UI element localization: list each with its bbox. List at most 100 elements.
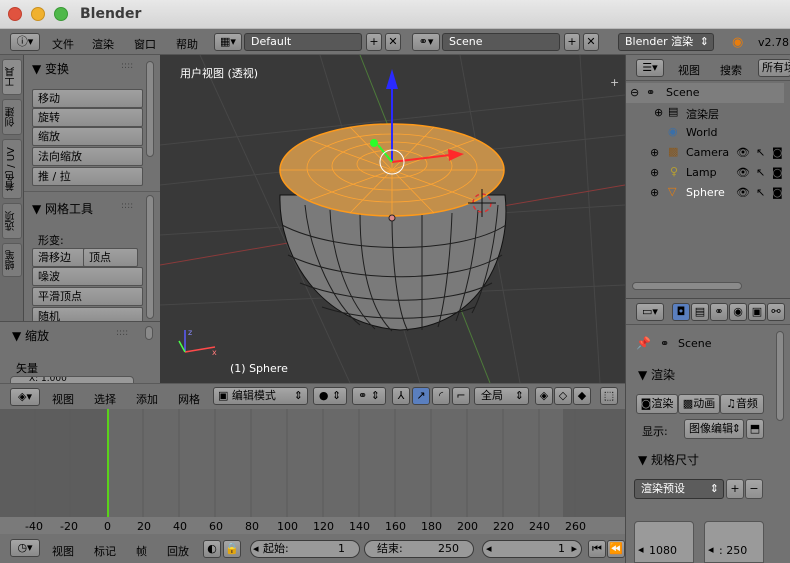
jump-back-icon[interactable]: ⏪ <box>607 540 625 558</box>
timeline-clock-icon[interactable]: ◷▾ <box>10 539 40 557</box>
translate-manipulator-icon[interactable]: ↗ <box>412 387 430 405</box>
outliner-filter-select[interactable]: 所有场 <box>758 59 790 77</box>
manipulator-toggle-icon[interactable]: ⅄ <box>392 387 410 405</box>
outliner-search-menu[interactable]: 搜索 <box>720 62 742 78</box>
drag-handle-icon[interactable]: :::: <box>116 328 128 338</box>
mode-select[interactable]: ▣ 编辑模式 ⇕ <box>213 387 308 405</box>
menu-timeline-view[interactable]: 视图 <box>52 543 74 559</box>
timeline-editor[interactable]: -40 -20 0 20 40 60 80 100 120 140 160 18… <box>0 409 625 534</box>
render-engine-select[interactable]: Blender 渲染 ⇕ <box>618 33 714 51</box>
menu-render[interactable]: 渲染 <box>92 36 114 52</box>
outliner-row-render-layers[interactable]: ⊕ ▤ 渲染层 <box>626 103 784 123</box>
menu-file[interactable]: 文件 <box>52 36 74 52</box>
scene-field[interactable]: Scene <box>442 33 560 51</box>
menu-marker[interactable]: 标记 <box>94 543 116 559</box>
scale-button[interactable]: 缩放 <box>32 127 143 146</box>
menu-select[interactable]: 选择 <box>94 391 116 407</box>
orientation-select[interactable]: 全局 ⇕ <box>474 387 529 405</box>
tab-tools[interactable]: 工具 <box>2 59 22 95</box>
render-layers-tab-icon[interactable]: ▤ <box>691 303 709 321</box>
scale-operator-header[interactable]: ▼ 缩放 <box>12 327 49 344</box>
pin-icon[interactable]: 📌 <box>636 336 651 350</box>
current-frame-marker[interactable] <box>107 409 109 517</box>
noise-button[interactable]: 噪波 <box>32 267 143 286</box>
render-audio-button[interactable]: ♫音频 <box>720 394 764 414</box>
smooth-vertex-button[interactable]: 平滑顶点 <box>32 287 143 306</box>
shrink-fatten-button[interactable]: 法向缩放 <box>32 147 143 166</box>
menu-add[interactable]: 添加 <box>136 391 158 407</box>
mesh-tools-panel-header[interactable]: ▼ 网格工具 <box>32 200 93 217</box>
lock-interface-icon[interactable]: ⬒ <box>746 419 764 439</box>
frame-range-block[interactable]: ◂: 250 <box>704 521 764 563</box>
tool-shelf-scrollbar[interactable] <box>146 61 154 157</box>
transform-panel-header[interactable]: ▼ 变换 <box>32 60 69 77</box>
screen-layout-icon[interactable]: ▦▾ <box>214 33 242 51</box>
scale-manipulator-icon[interactable]: ⌐ <box>452 387 470 405</box>
tab-shading-uv[interactable]: 着色 / UV <box>2 139 22 199</box>
render-panel-header[interactable]: ▼ 渲染 <box>638 366 675 383</box>
viewport-canvas[interactable]: z x <box>160 55 625 383</box>
dimensions-panel-header[interactable]: ▼ 规格尺寸 <box>638 451 699 468</box>
render-presets-select[interactable]: 渲染预设 ⇕ <box>634 479 724 499</box>
outliner-horizontal-scrollbar[interactable] <box>632 282 742 290</box>
object-tab-icon[interactable]: ▣ <box>748 303 766 321</box>
drag-handle-icon[interactable]: :::: <box>121 61 133 71</box>
scene-tab-icon[interactable]: ⚭ <box>710 303 728 321</box>
preview-range-icon[interactable]: ◐ <box>203 540 221 558</box>
move-button[interactable]: 移动 <box>32 89 143 108</box>
limit-selection-icon[interactable]: ⬚ <box>600 387 618 405</box>
operator-scrollbar[interactable] <box>145 326 153 340</box>
lock-icon[interactable]: 🔒 <box>223 540 241 558</box>
outliner-view-menu[interactable]: 视图 <box>678 62 700 78</box>
pivot-icon[interactable]: ⚭ ⇕ <box>352 387 386 405</box>
menu-frame[interactable]: 帧 <box>136 543 147 559</box>
remove-layout-icon[interactable]: ✕ <box>385 33 401 51</box>
rotate-manipulator-icon[interactable]: ◜ <box>432 387 450 405</box>
vertex-slide-button[interactable]: 顶点 <box>83 248 138 267</box>
display-select[interactable]: 图像编辑 ⇕ <box>684 419 744 439</box>
menu-help[interactable]: 帮助 <box>176 36 198 52</box>
menu-view[interactable]: 视图 <box>52 391 74 407</box>
shading-sphere-icon[interactable]: ● ⇕ <box>313 387 347 405</box>
remove-preset-icon[interactable]: − <box>745 479 763 499</box>
start-frame-field[interactable]: ◂ 起始: 1 <box>250 540 360 558</box>
tab-grease-pencil[interactable]: 蜡笔 <box>2 243 22 277</box>
tab-options[interactable]: 选项 <box>2 203 22 239</box>
render-still-button[interactable]: ◙渲染 <box>636 394 678 414</box>
edge-select-icon[interactable]: ◇ <box>554 387 572 405</box>
render-animation-button[interactable]: ▩动画 <box>678 394 720 414</box>
outliner-row-world[interactable]: ◉ World <box>626 123 784 143</box>
push-pull-button[interactable]: 推 / 拉 <box>32 167 143 186</box>
add-region-icon[interactable]: + <box>610 77 623 90</box>
remove-scene-icon[interactable]: ✕ <box>583 33 599 51</box>
menu-window[interactable]: 窗口 <box>134 36 156 52</box>
vertex-select-icon[interactable]: ◈ <box>535 387 553 405</box>
add-scene-icon[interactable]: + <box>564 33 580 51</box>
outliner-row-camera[interactable]: ⊕ ▩ Camera 👁 ↖ ◙ <box>626 143 784 163</box>
tab-create[interactable]: 创建 <box>2 99 22 135</box>
outliner-row-lamp[interactable]: ⊕ ♀ Lamp 👁 ↖ ◙ <box>626 163 784 183</box>
scene-icon[interactable]: ⚭▾ <box>412 33 440 51</box>
menu-playback[interactable]: 回放 <box>167 543 189 559</box>
menu-mesh[interactable]: 网格 <box>178 391 200 407</box>
jump-start-icon[interactable]: ⏮ <box>588 540 606 558</box>
tool-shelf-scrollbar-lower[interactable] <box>146 195 154 319</box>
minimize-window-icon[interactable] <box>31 7 45 21</box>
add-layout-icon[interactable]: + <box>366 33 382 51</box>
render-tab-icon[interactable]: ◘ <box>672 303 690 321</box>
drag-handle-icon[interactable]: :::: <box>121 201 133 211</box>
maximize-window-icon[interactable] <box>54 7 68 21</box>
rotate-button[interactable]: 旋转 <box>32 108 143 127</box>
editor-type-cube-icon[interactable]: ◈▾ <box>10 388 40 406</box>
outliner-row-scene[interactable]: ⊖ ⚭ Scene <box>626 83 784 103</box>
face-select-icon[interactable]: ◆ <box>573 387 591 405</box>
outliner-editor-type-icon[interactable]: ☰▾ <box>636 59 664 77</box>
resolution-x-block[interactable]: ◂ 1080 <box>634 521 694 563</box>
modifiers-tab-icon[interactable]: ⚯ <box>767 303 785 321</box>
edge-slide-button[interactable]: 滑移边 <box>32 248 88 267</box>
end-frame-field[interactable]: 结束: 250 <box>364 540 474 558</box>
properties-scrollbar[interactable] <box>776 331 784 421</box>
properties-editor-type-icon[interactable]: ▭▾ <box>636 303 664 321</box>
world-tab-icon[interactable]: ◉ <box>729 303 747 321</box>
outliner-row-sphere[interactable]: ⊕ ▽ Sphere 👁 ↖ ◙ <box>626 183 784 203</box>
